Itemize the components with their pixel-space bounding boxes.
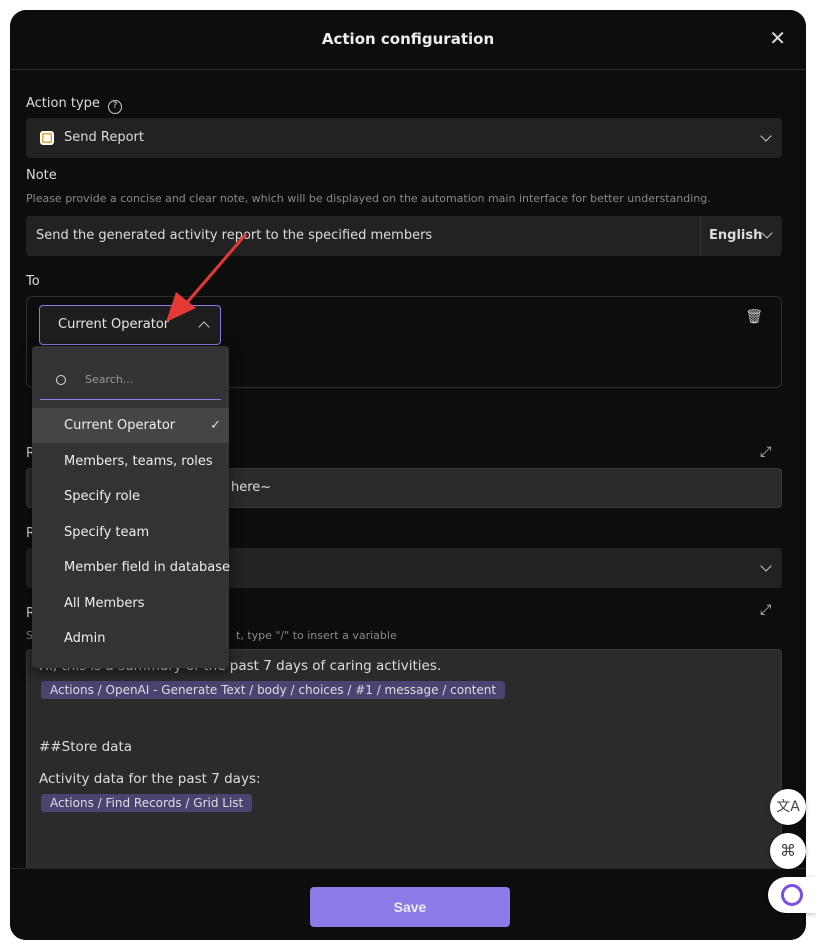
note-hint: Please provide a concise and clear note,… — [26, 192, 711, 205]
save-button[interactable]: Save — [310, 887, 510, 927]
apps-grid-icon[interactable]: ⌘ — [770, 833, 806, 869]
field-hint-end: t, type "/" to insert a variable — [236, 629, 397, 642]
variable-tag[interactable]: Actions / OpenAI - Generate Text / body … — [41, 681, 506, 699]
dropdown-search-input[interactable]: Search... — [40, 362, 221, 400]
chevron-down-icon — [760, 560, 772, 572]
report-icon — [40, 131, 54, 145]
note-input[interactable]: Send the generated activity report to th… — [26, 216, 782, 256]
action-type-value: Send Report — [64, 130, 144, 145]
menu-item-admin[interactable]: Admin — [32, 621, 229, 656]
note-label: Note — [26, 168, 57, 183]
action-configuration-dialog: Action configuration ✕ Action type ? Sen… — [10, 10, 806, 940]
language-value: English — [709, 228, 763, 243]
search-placeholder: Search... — [85, 373, 134, 386]
input-fragment: here~ — [231, 480, 272, 495]
menu-item-member-field[interactable]: Member field in database — [32, 550, 230, 585]
translate-icon[interactable]: 文A — [770, 789, 806, 825]
menu-item-current-operator[interactable]: Current Operator ✓ — [32, 408, 229, 443]
assistant-bot-icon[interactable] — [768, 877, 816, 913]
trash-icon[interactable]: 🗑 — [745, 309, 763, 325]
expand-icon[interactable]: ⤢ — [760, 444, 771, 460]
question-circle-icon[interactable]: ? — [108, 100, 123, 114]
search-icon — [56, 375, 66, 385]
menu-item-specify-team[interactable]: Specify team — [32, 515, 229, 550]
checkmark-icon: ✓ — [210, 418, 221, 433]
to-label: To — [26, 274, 40, 289]
language-select[interactable]: English — [700, 216, 782, 256]
editor-heading: ##Store data — [39, 739, 133, 755]
menu-item-all-members[interactable]: All Members — [32, 586, 229, 621]
variable-tag[interactable]: Actions / Find Records / Grid List — [41, 794, 253, 812]
action-type-label: Action type ? — [26, 96, 123, 114]
editor-line: Activity data for the past 7 days: — [39, 771, 261, 787]
annotation-arrow — [166, 233, 248, 322]
menu-item-members-teams-roles[interactable]: Members, teams, roles — [32, 444, 229, 479]
menu-item-specify-role[interactable]: Specify role — [32, 479, 229, 514]
expand-icon[interactable]: ⤢ — [760, 602, 771, 618]
dialog-footer: Save — [10, 868, 806, 940]
menu-item-label: Current Operator — [64, 418, 176, 433]
report-content-editor[interactable]: Hi, this is a summary of the past 7 days… — [26, 649, 782, 889]
chevron-down-icon — [760, 130, 772, 142]
chevron-down-icon — [761, 227, 773, 239]
close-icon[interactable]: ✕ — [769, 26, 786, 50]
recipient-type-dropdown: Search... Current Operator ✓ Members, tea… — [32, 346, 230, 668]
action-type-select[interactable]: Send Report — [26, 118, 782, 158]
dialog-header: Action configuration ✕ — [10, 10, 806, 70]
action-type-label-text: Action type — [26, 96, 100, 111]
dialog-title: Action configuration — [321, 30, 495, 48]
